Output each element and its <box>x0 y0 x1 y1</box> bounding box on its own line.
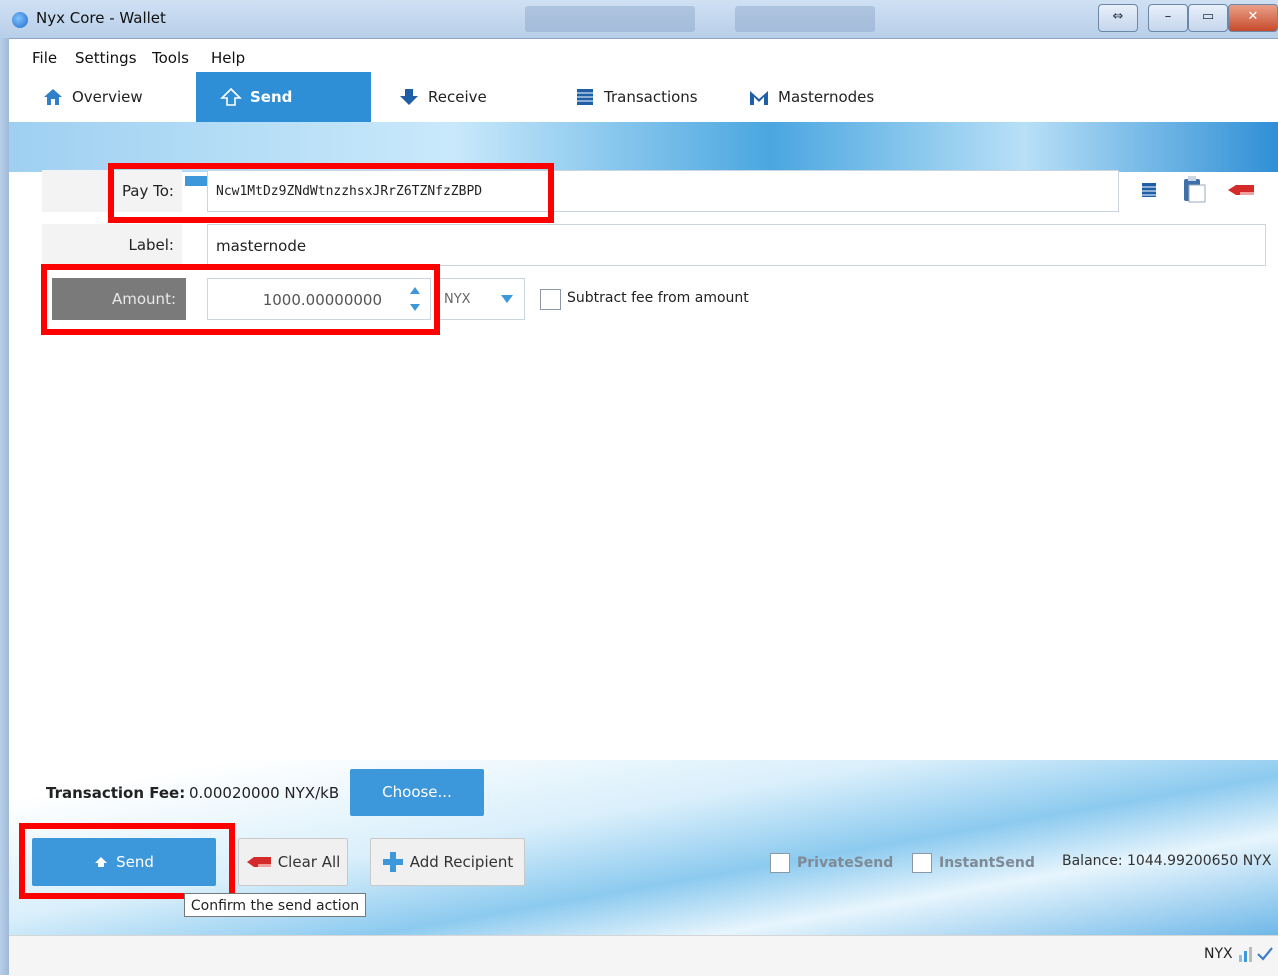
window-frame <box>0 38 9 975</box>
send-home-icon <box>95 857 108 867</box>
choose-fee-button[interactable]: Choose... <box>350 769 484 816</box>
send-button[interactable]: Send <box>32 838 216 886</box>
menu-bar <box>9 46 1278 70</box>
label-input[interactable]: masternode <box>207 224 1266 266</box>
tab-send-label: Send <box>250 88 293 106</box>
receive-arrow-icon <box>400 89 418 105</box>
background-window-tab <box>525 6 695 32</box>
label-label: Label: <box>42 224 182 266</box>
tab-masternodes[interactable]: Masternodes <box>748 72 908 122</box>
highlight-amount <box>41 264 440 335</box>
synced-check-icon <box>1257 947 1273 961</box>
app-logo-icon <box>12 12 28 28</box>
status-unit[interactable]: NYX <box>1204 946 1233 962</box>
resize-icon[interactable]: ⇔ <box>1098 4 1138 32</box>
subtract-fee-checkbox[interactable] <box>540 289 561 310</box>
tab-receive[interactable]: Receive <box>398 72 538 122</box>
tab-receive-label: Receive <box>428 88 487 106</box>
signal-bars-icon <box>1239 947 1252 962</box>
close-button[interactable]: ✕ <box>1228 4 1278 32</box>
tab-transactions-label: Transactions <box>604 88 698 106</box>
subtract-fee-label: Subtract fee from amount <box>567 290 749 306</box>
fee-label: Transaction Fee: <box>46 784 186 802</box>
menu-file[interactable]: File <box>32 49 57 67</box>
home-icon <box>44 89 62 105</box>
add-recipient-label: Add Recipient <box>409 853 514 871</box>
masternodes-icon <box>750 91 768 105</box>
maximize-button[interactable]: ▭ <box>1188 4 1228 32</box>
tab-overview-label: Overview <box>72 88 143 106</box>
tab-masternodes-label: Masternodes <box>778 88 875 106</box>
plus-icon <box>382 852 403 872</box>
highlight-pay-to <box>108 163 554 223</box>
tab-transactions[interactable]: Transactions <box>574 72 724 122</box>
tab-overview[interactable]: Overview <box>42 72 192 122</box>
status-bar <box>9 935 1278 976</box>
fee-value: 0.00020000 NYX/kB <box>189 784 340 802</box>
remove-recipient-icon[interactable] <box>1226 183 1256 197</box>
instant-send-label: InstantSend <box>939 855 1035 871</box>
private-send-checkbox[interactable] <box>770 853 790 873</box>
window-title: Nyx Core - Wallet <box>36 9 166 27</box>
instant-send-checkbox[interactable] <box>912 853 932 873</box>
menu-tools[interactable]: Tools <box>152 49 189 67</box>
tab-send[interactable]: Send <box>196 72 371 122</box>
chevron-down-icon <box>501 295 513 303</box>
send-arrow-icon <box>220 87 242 106</box>
address-book-icon[interactable] <box>1141 182 1157 198</box>
clear-all-label: Clear All <box>277 853 341 871</box>
add-recipient-button[interactable]: Add Recipient <box>370 838 525 886</box>
send-tooltip: Confirm the send action <box>184 893 366 917</box>
list-icon <box>577 89 593 105</box>
unit-select-value: NYX <box>444 292 471 307</box>
background-window-tab <box>735 6 875 32</box>
minimize-button[interactable]: – <box>1148 4 1188 32</box>
paste-icon[interactable] <box>1180 176 1210 204</box>
menu-help[interactable]: Help <box>211 49 245 67</box>
balance-display: Balance: 1044.99200650 NYX <box>1062 853 1272 869</box>
clear-all-button[interactable]: Clear All <box>238 838 348 886</box>
private-send-label: PrivateSend <box>797 855 894 871</box>
eraser-icon <box>246 857 271 867</box>
send-button-label: Send <box>116 853 154 871</box>
menu-settings[interactable]: Settings <box>75 49 137 67</box>
